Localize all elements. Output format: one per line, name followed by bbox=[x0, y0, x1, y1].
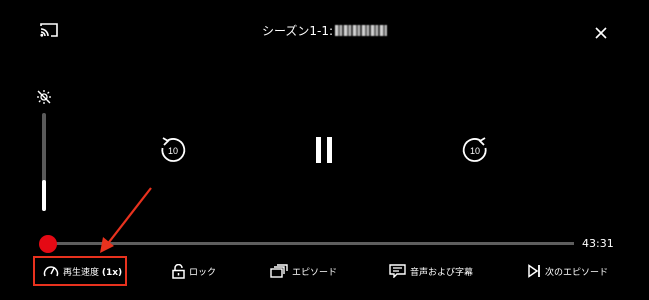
progress-thumb[interactable] bbox=[39, 235, 57, 253]
audio-subtitles-label: 音声および字幕 bbox=[410, 267, 474, 278]
brightness-icon bbox=[37, 90, 51, 104]
lock-label: ロック bbox=[189, 267, 217, 278]
lock-icon bbox=[172, 263, 185, 279]
annotation-highlight-box bbox=[33, 256, 127, 286]
episodes-icon bbox=[270, 264, 288, 278]
episodes-button[interactable]: エピソード bbox=[270, 262, 337, 280]
replay-10-button[interactable]: 10 bbox=[159, 136, 187, 168]
close-button[interactable] bbox=[595, 24, 607, 43]
subtitles-icon bbox=[389, 264, 406, 278]
brightness-slider-fill[interactable] bbox=[42, 180, 46, 211]
pause-button[interactable] bbox=[314, 136, 334, 168]
next-episode-label: 次のエピソード bbox=[545, 267, 609, 278]
episodes-label: エピソード bbox=[292, 267, 338, 278]
pause-icon bbox=[316, 137, 332, 163]
annotation-arrow bbox=[100, 187, 152, 253]
remaining-time: 43:31 bbox=[582, 237, 614, 250]
lock-button[interactable]: ロック bbox=[172, 262, 216, 280]
episode-title: シーズン1-1: bbox=[0, 22, 649, 39]
next-episode-icon bbox=[528, 264, 540, 278]
close-icon bbox=[595, 27, 607, 39]
episode-title-redacted bbox=[335, 25, 388, 36]
replay-10-label: 10 bbox=[168, 146, 178, 156]
next-episode-button[interactable]: 次のエピソード bbox=[527, 262, 608, 280]
brightness-button[interactable] bbox=[36, 89, 52, 109]
forward-10-label: 10 bbox=[470, 146, 480, 156]
episode-title-prefix: シーズン1-1: bbox=[261, 24, 334, 38]
forward-10-button[interactable]: 10 bbox=[461, 136, 489, 168]
replay-10-icon: 10 bbox=[161, 137, 186, 162]
forward-10-icon: 10 bbox=[462, 137, 487, 162]
audio-subtitles-button[interactable]: 音声および字幕 bbox=[389, 262, 473, 280]
